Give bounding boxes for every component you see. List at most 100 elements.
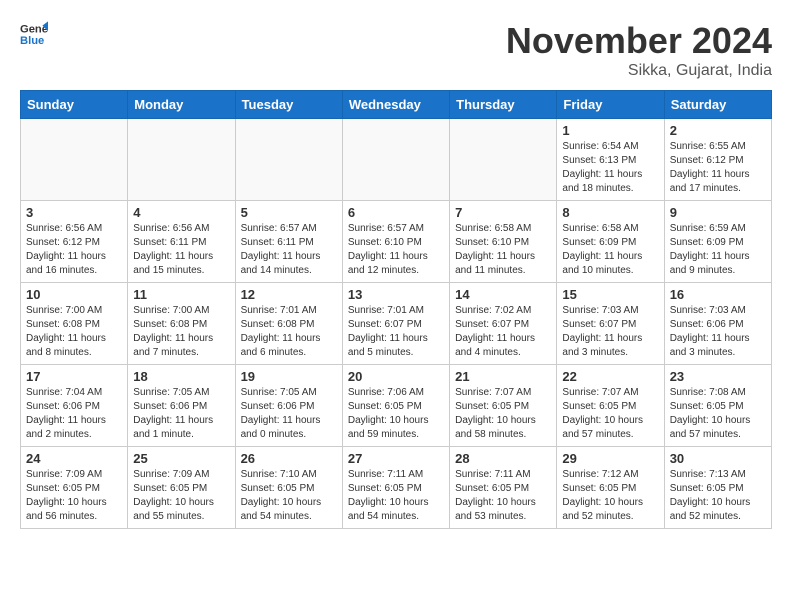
day-info: Sunrise: 7:00 AM Sunset: 6:08 PM Dayligh…	[133, 304, 229, 360]
day-info: Sunrise: 7:01 AM Sunset: 6:07 PM Dayligh…	[348, 304, 444, 360]
day-number: 19	[241, 369, 337, 384]
calendar-cell: 9 Sunrise: 6:59 AM Sunset: 6:09 PM Daylig…	[664, 201, 771, 283]
day-info: Sunrise: 7:03 AM Sunset: 6:07 PM Dayligh…	[562, 304, 658, 360]
day-info: Sunrise: 7:08 AM Sunset: 6:05 PM Dayligh…	[670, 386, 766, 442]
day-info: Sunrise: 6:58 AM Sunset: 6:10 PM Dayligh…	[455, 222, 551, 278]
month-title: November 2024	[506, 20, 772, 62]
day-number: 9	[670, 205, 766, 220]
day-info: Sunrise: 7:12 AM Sunset: 6:05 PM Dayligh…	[562, 468, 658, 524]
calendar-table: SundayMondayTuesdayWednesdayThursdayFrid…	[20, 90, 772, 529]
day-info: Sunrise: 6:59 AM Sunset: 6:09 PM Dayligh…	[670, 222, 766, 278]
weekday-header-sunday: Sunday	[21, 91, 128, 119]
day-number: 11	[133, 287, 229, 302]
calendar-cell: 4 Sunrise: 6:56 AM Sunset: 6:11 PM Daylig…	[128, 201, 235, 283]
day-number: 25	[133, 451, 229, 466]
day-number: 29	[562, 451, 658, 466]
calendar-cell: 2Sunrise: 6:55 AM Sunset: 6:12 PM Daylig…	[664, 119, 771, 201]
day-number: 18	[133, 369, 229, 384]
calendar-cell: 20 Sunrise: 7:06 AM Sunset: 6:05 PM Dayli…	[342, 365, 449, 447]
calendar-cell: 11 Sunrise: 7:00 AM Sunset: 6:08 PM Dayli…	[128, 283, 235, 365]
day-number: 16	[670, 287, 766, 302]
day-info: Sunrise: 7:11 AM Sunset: 6:05 PM Dayligh…	[455, 468, 551, 524]
weekday-header-thursday: Thursday	[450, 91, 557, 119]
weekday-header-saturday: Saturday	[664, 91, 771, 119]
day-info: Sunrise: 7:13 AM Sunset: 6:05 PM Dayligh…	[670, 468, 766, 524]
day-number: 27	[348, 451, 444, 466]
calendar-cell: 27 Sunrise: 7:11 AM Sunset: 6:05 PM Dayli…	[342, 447, 449, 529]
calendar-cell: 21Sunrise: 7:07 AM Sunset: 6:05 PM Dayli…	[450, 365, 557, 447]
day-number: 7	[455, 205, 551, 220]
calendar-cell	[235, 119, 342, 201]
day-info: Sunrise: 6:56 AM Sunset: 6:11 PM Dayligh…	[133, 222, 229, 278]
calendar-cell: 5Sunrise: 6:57 AM Sunset: 6:11 PM Daylig…	[235, 201, 342, 283]
day-info: Sunrise: 7:05 AM Sunset: 6:06 PM Dayligh…	[133, 386, 229, 442]
day-number: 28	[455, 451, 551, 466]
calendar-cell: 29 Sunrise: 7:12 AM Sunset: 6:05 PM Dayli…	[557, 447, 664, 529]
calendar-cell: 23 Sunrise: 7:08 AM Sunset: 6:05 PM Dayli…	[664, 365, 771, 447]
day-number: 6	[348, 205, 444, 220]
logo: General Blue	[20, 20, 48, 48]
day-info: Sunrise: 7:02 AM Sunset: 6:07 PM Dayligh…	[455, 304, 551, 360]
day-number: 4	[133, 205, 229, 220]
day-number: 21	[455, 369, 551, 384]
day-info: Sunrise: 7:01 AM Sunset: 6:08 PM Dayligh…	[241, 304, 337, 360]
svg-text:Blue: Blue	[20, 35, 44, 47]
day-number: 14	[455, 287, 551, 302]
day-number: 24	[26, 451, 122, 466]
day-number: 2	[670, 123, 766, 138]
calendar-cell: 15 Sunrise: 7:03 AM Sunset: 6:07 PM Dayli…	[557, 283, 664, 365]
calendar-cell: 7 Sunrise: 6:58 AM Sunset: 6:10 PM Daylig…	[450, 201, 557, 283]
day-number: 23	[670, 369, 766, 384]
day-number: 13	[348, 287, 444, 302]
day-number: 15	[562, 287, 658, 302]
day-number: 12	[241, 287, 337, 302]
day-number: 8	[562, 205, 658, 220]
day-info: Sunrise: 7:10 AM Sunset: 6:05 PM Dayligh…	[241, 468, 337, 524]
calendar-cell: 6 Sunrise: 6:57 AM Sunset: 6:10 PM Daylig…	[342, 201, 449, 283]
calendar-cell: 25 Sunrise: 7:09 AM Sunset: 6:05 PM Dayli…	[128, 447, 235, 529]
weekday-header-wednesday: Wednesday	[342, 91, 449, 119]
day-info: Sunrise: 7:09 AM Sunset: 6:05 PM Dayligh…	[26, 468, 122, 524]
calendar-cell	[450, 119, 557, 201]
calendar-cell: 18 Sunrise: 7:05 AM Sunset: 6:06 PM Dayli…	[128, 365, 235, 447]
day-info: Sunrise: 7:03 AM Sunset: 6:06 PM Dayligh…	[670, 304, 766, 360]
calendar-cell: 24 Sunrise: 7:09 AM Sunset: 6:05 PM Dayli…	[21, 447, 128, 529]
calendar-cell: 19Sunrise: 7:05 AM Sunset: 6:06 PM Dayli…	[235, 365, 342, 447]
calendar-cell: 16 Sunrise: 7:03 AM Sunset: 6:06 PM Dayli…	[664, 283, 771, 365]
day-info: Sunrise: 6:58 AM Sunset: 6:09 PM Dayligh…	[562, 222, 658, 278]
day-number: 10	[26, 287, 122, 302]
day-info: Sunrise: 7:11 AM Sunset: 6:05 PM Dayligh…	[348, 468, 444, 524]
calendar-week-2: 3 Sunrise: 6:56 AM Sunset: 6:12 PM Daylig…	[21, 201, 772, 283]
day-info: Sunrise: 6:57 AM Sunset: 6:11 PM Dayligh…	[241, 222, 337, 278]
day-info: Sunrise: 7:07 AM Sunset: 6:05 PM Dayligh…	[562, 386, 658, 442]
calendar-cell: 26Sunrise: 7:10 AM Sunset: 6:05 PM Dayli…	[235, 447, 342, 529]
calendar-cell: 3 Sunrise: 6:56 AM Sunset: 6:12 PM Daylig…	[21, 201, 128, 283]
weekday-header-friday: Friday	[557, 91, 664, 119]
location-subtitle: Sikka, Gujarat, India	[506, 62, 772, 80]
calendar-week-4: 17 Sunrise: 7:04 AM Sunset: 6:06 PM Dayli…	[21, 365, 772, 447]
day-info: Sunrise: 7:00 AM Sunset: 6:08 PM Dayligh…	[26, 304, 122, 360]
day-number: 1	[562, 123, 658, 138]
page-header: General Blue November 2024 Sikka, Gujara…	[20, 20, 772, 80]
calendar-week-1: 1 Sunrise: 6:54 AM Sunset: 6:13 PM Daylig…	[21, 119, 772, 201]
day-info: Sunrise: 7:09 AM Sunset: 6:05 PM Dayligh…	[133, 468, 229, 524]
calendar-cell: 8 Sunrise: 6:58 AM Sunset: 6:09 PM Daylig…	[557, 201, 664, 283]
weekday-header-tuesday: Tuesday	[235, 91, 342, 119]
day-number: 17	[26, 369, 122, 384]
calendar-cell: 28 Sunrise: 7:11 AM Sunset: 6:05 PM Dayli…	[450, 447, 557, 529]
calendar-cell: 13 Sunrise: 7:01 AM Sunset: 6:07 PM Dayli…	[342, 283, 449, 365]
calendar-cell: 17 Sunrise: 7:04 AM Sunset: 6:06 PM Dayli…	[21, 365, 128, 447]
calendar-cell: 1 Sunrise: 6:54 AM Sunset: 6:13 PM Daylig…	[557, 119, 664, 201]
day-info: Sunrise: 7:04 AM Sunset: 6:06 PM Dayligh…	[26, 386, 122, 442]
day-info: Sunrise: 6:57 AM Sunset: 6:10 PM Dayligh…	[348, 222, 444, 278]
title-block: November 2024 Sikka, Gujarat, India	[506, 20, 772, 80]
day-info: Sunrise: 7:06 AM Sunset: 6:05 PM Dayligh…	[348, 386, 444, 442]
calendar-cell: 12 Sunrise: 7:01 AM Sunset: 6:08 PM Dayli…	[235, 283, 342, 365]
weekday-header-monday: Monday	[128, 91, 235, 119]
day-number: 3	[26, 205, 122, 220]
day-number: 20	[348, 369, 444, 384]
day-info: Sunrise: 6:56 AM Sunset: 6:12 PM Dayligh…	[26, 222, 122, 278]
calendar-cell	[128, 119, 235, 201]
calendar-cell: 14 Sunrise: 7:02 AM Sunset: 6:07 PM Dayli…	[450, 283, 557, 365]
day-info: Sunrise: 6:54 AM Sunset: 6:13 PM Dayligh…	[562, 140, 658, 196]
